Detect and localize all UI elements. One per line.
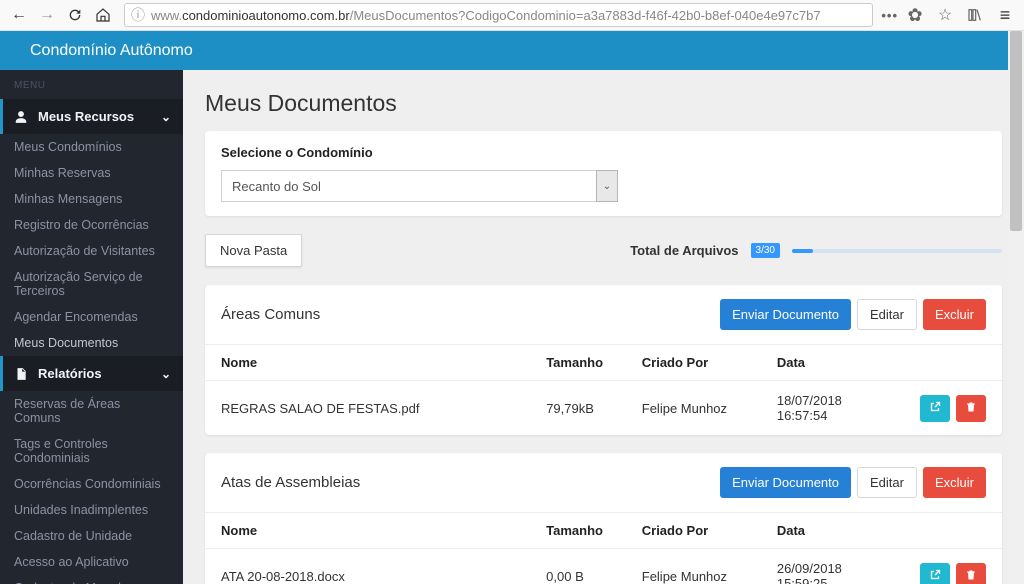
page-actions-icon[interactable]: ••• <box>881 8 898 23</box>
url-bar[interactable]: ⓘ www.condominioautonomo.com.br/MeusDocu… <box>124 3 873 27</box>
sidebar-item-registro-ocorrencias[interactable]: Registro de Ocorrências <box>0 212 183 238</box>
col-criado: Criado Por <box>626 345 761 381</box>
sidebar-item-meus-documentos[interactable]: Meus Documentos <box>0 330 183 356</box>
reload-button[interactable] <box>62 3 88 27</box>
enviar-documento-button[interactable]: Enviar Documento <box>720 467 851 498</box>
brand-title: Condomínio Autônomo <box>30 42 193 60</box>
select-label: Selecione o Condomínio <box>221 145 986 160</box>
sidebar-item-agendar-encomendas[interactable]: Agendar Encomendas <box>0 304 183 330</box>
select-dropdown-button[interactable]: ⌄ <box>596 170 618 202</box>
chevron-down-icon: ⌄ <box>161 110 171 124</box>
open-button[interactable] <box>920 563 950 584</box>
user-icon <box>14 110 28 124</box>
report-icon <box>14 367 28 381</box>
sidebar-item-acesso-aplicativo[interactable]: Acesso ao Aplicativo <box>0 549 183 575</box>
sidebar-item-tags-controles[interactable]: Tags e Controles Condominiais <box>0 431 183 471</box>
excluir-button[interactable]: Excluir <box>923 467 986 498</box>
delete-button[interactable] <box>956 563 986 584</box>
browser-toolbar: ← → ⓘ www.condominioautonomo.com.br/Meus… <box>0 0 1024 31</box>
sidebar-item-ocorrencias-cond[interactable]: Ocorrências Condominiais <box>0 471 183 497</box>
sidebar-item-cadastro-moradores[interactable]: Cadastro de Moradores <box>0 575 183 584</box>
sidebar-group-relatorios[interactable]: Relatórios ⌄ <box>0 356 183 391</box>
bookmark-icon[interactable]: ☆ <box>932 3 958 27</box>
library-icon[interactable] <box>962 3 988 27</box>
section-title: Áreas Comuns <box>221 306 320 323</box>
sidebar-item-minhas-reservas[interactable]: Minhas Reservas <box>0 160 183 186</box>
table-row: REGRAS SALAO DE FESTAS.pdf 79,79kB Felip… <box>205 381 1002 436</box>
progress-badge: 3/30 <box>751 243 780 258</box>
folder-section-atas: Atas de Assembleias Enviar Documento Edi… <box>205 453 1002 584</box>
sidebar-item-meus-condominios[interactable]: Meus Condomínios <box>0 134 183 160</box>
forward-button[interactable]: → <box>34 3 60 27</box>
home-button[interactable] <box>90 3 116 27</box>
sidebar: MENU Meus Recursos ⌄ Meus Condomínios Mi… <box>0 31 183 584</box>
menu-label: MENU <box>0 70 183 99</box>
col-criado: Criado Por <box>626 513 761 549</box>
select-condo-card: Selecione o Condomínio Recanto do Sol ⌄ <box>205 131 1002 216</box>
col-data: Data <box>761 513 904 549</box>
excluir-button[interactable]: Excluir <box>923 299 986 330</box>
condo-select[interactable]: Recanto do Sol <box>221 170 596 202</box>
reader-icon[interactable]: ✿ <box>902 3 928 27</box>
sidebar-item-minhas-mensagens[interactable]: Minhas Mensagens <box>0 186 183 212</box>
section-title: Atas de Assembleias <box>221 474 360 491</box>
sidebar-group-meus-recursos[interactable]: Meus Recursos ⌄ <box>0 99 183 134</box>
sidebar-item-cadastro-unidade[interactable]: Cadastro de Unidade <box>0 523 183 549</box>
total-section: Total de Arquivos 3/30 <box>630 243 1002 258</box>
delete-button[interactable] <box>956 395 986 422</box>
sidebar-item-unidades-inadimplentes[interactable]: Unidades Inadimplentes <box>0 497 183 523</box>
open-button[interactable] <box>920 395 950 422</box>
sidebar-item-reservas-areas[interactable]: Reservas de Áreas Comuns <box>0 391 183 431</box>
nova-pasta-button[interactable]: Nova Pasta <box>205 234 302 267</box>
app-header: Condomínio Autônomo <box>0 31 1008 70</box>
scrollbar-thumb[interactable] <box>1010 31 1022 231</box>
sidebar-item-autorizacao-visitantes[interactable]: Autorização de Visitantes <box>0 238 183 264</box>
folder-section-areas-comuns: Áreas Comuns Enviar Documento Editar Exc… <box>205 285 1002 435</box>
table-row: ATA 20-08-2018.docx 0,00 B Felipe Munhoz… <box>205 549 1002 584</box>
col-nome: Nome <box>205 345 530 381</box>
back-button[interactable]: ← <box>6 3 32 27</box>
progress-bar <box>792 249 1002 253</box>
col-nome: Nome <box>205 513 530 549</box>
col-tamanho: Tamanho <box>530 513 626 549</box>
editar-button[interactable]: Editar <box>857 467 917 498</box>
col-data: Data <box>761 345 904 381</box>
sidebar-item-autorizacao-terceiros[interactable]: Autorização Serviço de Terceiros <box>0 264 183 304</box>
url-text: www.condominioautonomo.com.br/MeusDocume… <box>151 8 866 23</box>
info-icon: ⓘ <box>131 5 145 25</box>
editar-button[interactable]: Editar <box>857 299 917 330</box>
col-tamanho: Tamanho <box>530 345 626 381</box>
main-content: Meus Documentos Selecione o Condomínio R… <box>183 70 1024 584</box>
enviar-documento-button[interactable]: Enviar Documento <box>720 299 851 330</box>
scrollbar[interactable] <box>1008 31 1024 584</box>
page-title: Meus Documentos <box>205 90 1002 117</box>
menu-button[interactable]: ≡ <box>992 3 1018 27</box>
chevron-down-icon: ⌄ <box>161 367 171 381</box>
